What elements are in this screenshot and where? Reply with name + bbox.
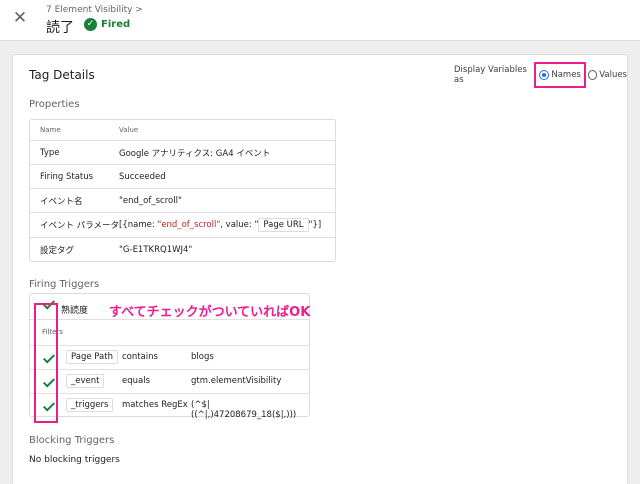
filter-variable-chip[interactable]: _triggers: [66, 398, 114, 412]
filter-value: (^$|((^|,)47208679_18($|,))): [191, 400, 297, 420]
table-row: イベント パラメータ [{name: "end_of_scroll", valu…: [30, 212, 335, 237]
prop-name: 設定タグ: [40, 245, 75, 256]
filter-row: _event equals gtm.elementVisibility: [30, 369, 309, 393]
annotation-text: すべてチェックがついていればOK: [109, 305, 311, 320]
prop-value: Succeeded: [119, 171, 166, 182]
no-blocking-triggers-text: No blocking triggers: [29, 455, 120, 465]
column-value: Value: [119, 126, 139, 134]
radio-values-label[interactable]: Values: [599, 70, 627, 80]
value-prefix: [{name:: [119, 220, 158, 230]
filter-variable-chip[interactable]: Page Path: [66, 350, 118, 364]
filter-operator: contains: [122, 352, 158, 362]
table-header: Name Value: [30, 120, 335, 140]
display-variables-toggle: Display Variables as Names Values: [454, 62, 627, 88]
breadcrumb[interactable]: 7 Element Visibility >: [46, 5, 143, 15]
table-row: 設定タグ "G-E1TKRQ1WJ4": [30, 237, 335, 261]
filter-variable-chip[interactable]: _event: [66, 374, 105, 388]
prop-value: "end_of_scroll": [119, 195, 182, 206]
firing-triggers-heading: Firing Triggers: [29, 279, 100, 290]
filter-row: Page Path contains blogs: [30, 345, 309, 369]
column-name: Name: [40, 126, 61, 134]
filter-value: blogs: [191, 352, 214, 362]
blocking-triggers-heading: Blocking Triggers: [29, 435, 115, 446]
prop-name: Type: [40, 147, 60, 158]
status-badge: ✓ Fired: [84, 18, 130, 31]
names-highlight-box: Names: [534, 62, 586, 88]
properties-heading: Properties: [29, 99, 80, 110]
value-event-name: "end_of_scroll": [157, 220, 221, 230]
filter-operator: matches RegEx: [122, 400, 188, 410]
prop-value: [{name: "end_of_scroll", value: " Page UR…: [119, 218, 335, 232]
filters-header-row: Filters: [30, 319, 309, 345]
table-row: Firing Status Succeeded: [30, 164, 335, 188]
table-row: イベント名 "end_of_scroll": [30, 188, 335, 212]
page-url-variable-chip[interactable]: Page URL: [258, 218, 309, 232]
table-row: Type Google アナリティクス: GA4 イベント: [30, 140, 335, 164]
radio-names-label[interactable]: Names: [551, 70, 581, 80]
filter-value: gtm.elementVisibility: [191, 376, 282, 386]
value-mid: , value: ": [220, 220, 259, 230]
status-label: Fired: [101, 19, 131, 30]
tag-details-card: Tag Details Display Variables as Names V…: [12, 54, 628, 484]
value-suffix: "}]: [308, 220, 322, 230]
checkmarks-highlight-box: [34, 303, 58, 423]
close-icon[interactable]: ✕: [12, 10, 28, 27]
filter-operator: equals: [122, 376, 151, 386]
page-title: 読了: [46, 20, 74, 36]
top-bar: ✕ 7 Element Visibility > 読了 ✓ Fired: [0, 0, 640, 41]
prop-name: イベント名: [40, 196, 83, 207]
radio-names[interactable]: [539, 70, 550, 80]
prop-value: Google アナリティクス: GA4 イベント: [119, 148, 271, 159]
properties-table: Name Value Type Google アナリティクス: GA4 イベント…: [29, 119, 336, 262]
prop-value: "G-E1TKRQ1WJ4": [119, 244, 193, 255]
prop-name: イベント パラメータ: [40, 221, 119, 231]
card-title: Tag Details: [29, 68, 95, 82]
prop-name: Firing Status: [40, 171, 94, 182]
trigger-name: 熟読度: [61, 306, 89, 316]
filter-row: _triggers matches RegEx (^$|((^|,)472086…: [30, 393, 309, 420]
display-variables-label: Display Variables as: [454, 65, 527, 85]
radio-values[interactable]: [587, 70, 598, 80]
check-circle-icon: ✓: [84, 18, 97, 31]
